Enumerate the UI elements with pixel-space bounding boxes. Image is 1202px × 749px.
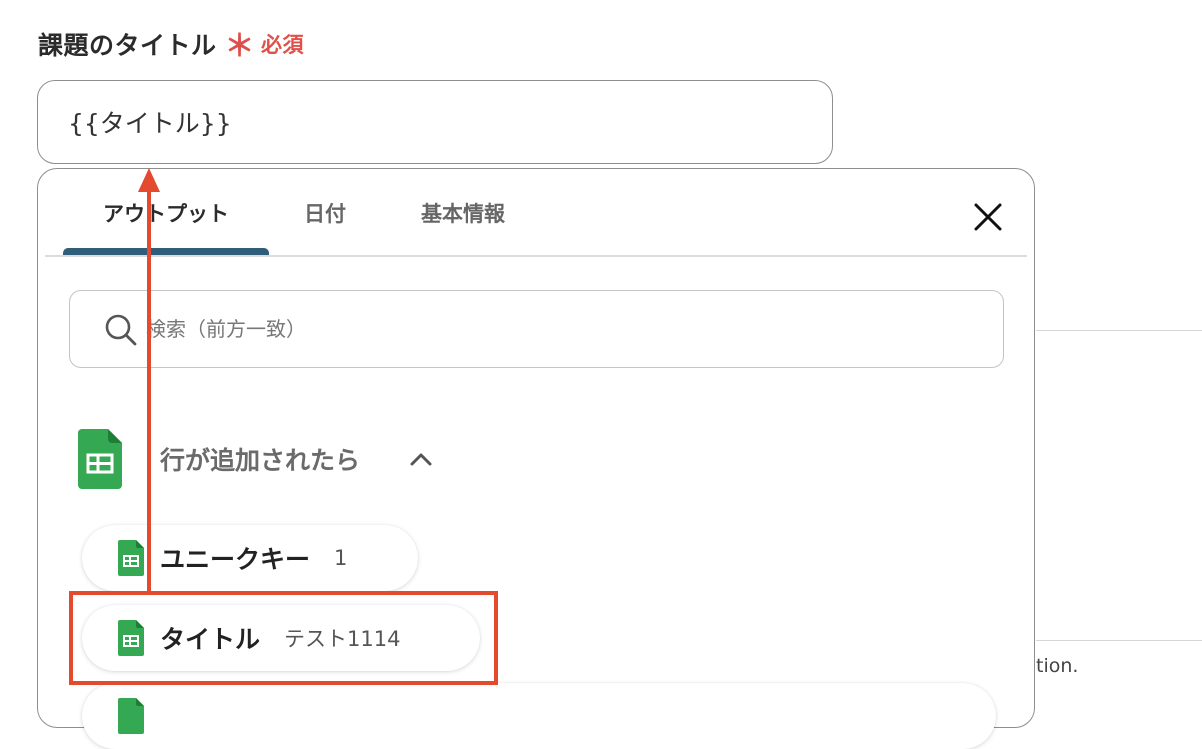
tabs-divider — [45, 255, 1027, 257]
search-input[interactable] — [146, 309, 966, 349]
google-sheets-icon — [118, 540, 144, 576]
output-item-unique-key[interactable]: ユニークキー 1 — [82, 525, 418, 591]
required-asterisk: ＊ — [224, 29, 256, 64]
required-text: 必須 — [261, 33, 305, 57]
google-sheets-icon — [78, 429, 122, 489]
close-icon — [974, 203, 1002, 231]
section-title: 行が追加されたら — [160, 446, 361, 475]
output-item-label: タイトル — [160, 625, 261, 654]
tab-date-label: 日付 — [304, 201, 346, 226]
tab-date[interactable]: 日付 — [287, 169, 363, 256]
output-picker-popup: アウトプット 日付 基本情報 行が追加されたら — [37, 168, 1035, 749]
tab-basic-info[interactable]: 基本情報 — [393, 169, 533, 256]
tab-output[interactable]: アウトプット — [63, 169, 269, 256]
search-icon — [105, 314, 137, 346]
output-item-partial[interactable] — [82, 683, 996, 749]
title-input-field[interactable]: {{タイトル}} — [37, 80, 833, 164]
output-item-value: テスト1114 — [284, 627, 401, 651]
google-sheets-icon — [118, 698, 144, 734]
google-sheets-icon — [118, 620, 144, 656]
close-button[interactable] — [970, 199, 1006, 235]
field-label-text: 課題のタイトル — [38, 31, 217, 60]
background-divider — [1036, 640, 1202, 641]
background-divider — [1036, 330, 1202, 331]
title-input-value: {{タイトル}} — [68, 109, 232, 138]
output-item-label: ユニークキー — [160, 545, 311, 574]
required-indicator: ＊ 必須 — [224, 29, 305, 64]
tab-bar: アウトプット 日付 基本情報 — [63, 169, 1003, 256]
section-header-row-added[interactable]: 行が追加されたら — [78, 429, 498, 489]
tab-basic-info-label: 基本情報 — [421, 201, 505, 226]
background-text: tion. — [1036, 655, 1079, 677]
output-item-title[interactable]: タイトル テスト1114 — [82, 605, 480, 671]
chevron-up-icon — [410, 453, 432, 466]
field-label: 課題のタイトル ＊ 必須 — [38, 26, 304, 62]
tab-output-label: アウトプット — [103, 201, 229, 226]
output-item-value: 1 — [334, 546, 348, 570]
search-box — [69, 290, 1004, 368]
